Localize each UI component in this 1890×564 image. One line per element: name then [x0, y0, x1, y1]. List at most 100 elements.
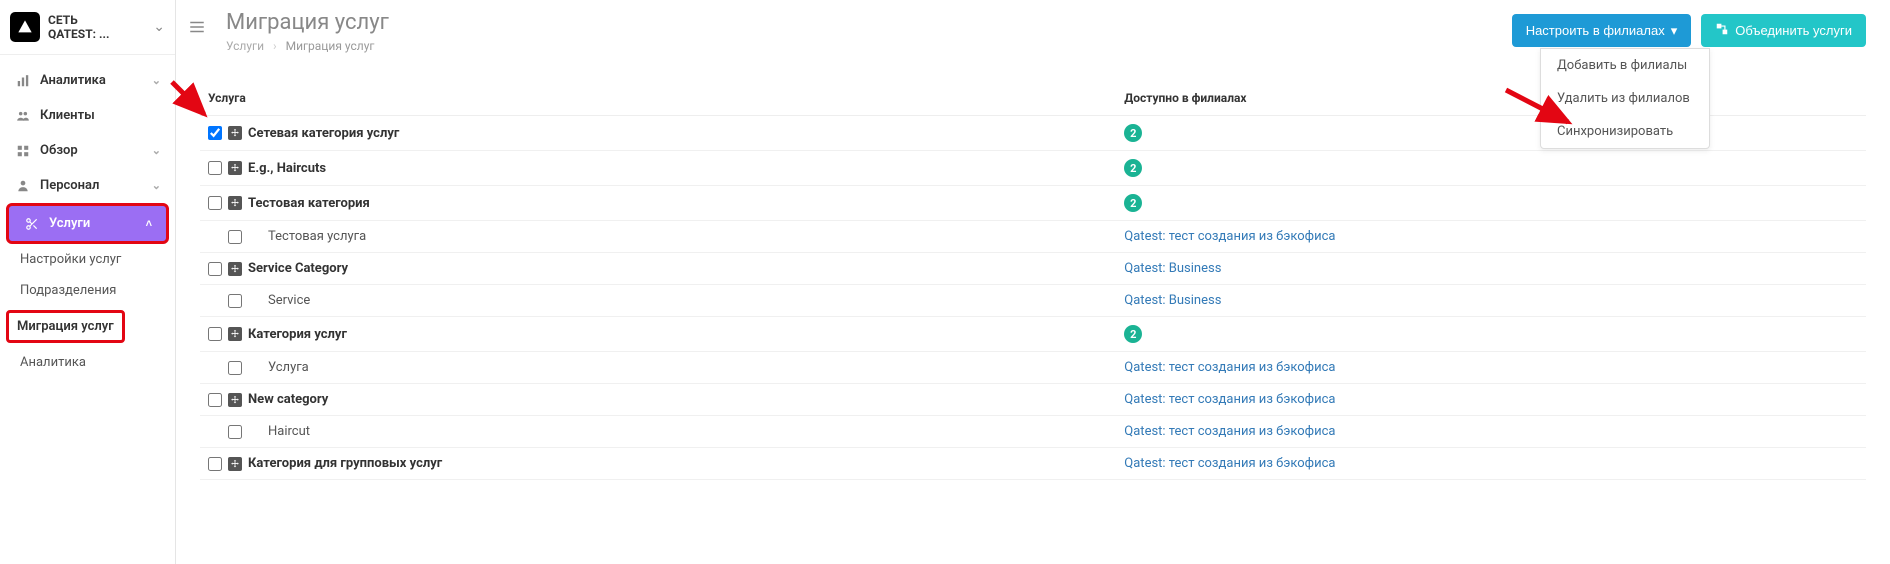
sidebar-item-staff[interactable]: Персонал ⌄	[0, 168, 175, 203]
availability-badge: 2	[1124, 325, 1142, 343]
sidebar-sub-analytics[interactable]: Аналитика	[0, 347, 175, 378]
chevron-down-icon: ⌄	[153, 19, 165, 35]
availability-badge: 2	[1124, 124, 1142, 142]
availability-link[interactable]: Qatest: Business	[1124, 261, 1221, 276]
org-name: СЕТЬ QATEST: ...	[48, 13, 153, 42]
sidebar: СЕТЬ QATEST: ... ⌄ Аналитика ⌄ Клиенты	[0, 0, 176, 564]
row-checkbox[interactable]	[208, 457, 222, 471]
org-name-line2: QATEST: ...	[48, 27, 153, 41]
row-checkbox[interactable]	[208, 196, 222, 210]
move-icon[interactable]	[228, 126, 242, 140]
row-checkbox[interactable]	[228, 230, 242, 244]
people-icon	[14, 109, 32, 123]
sidebar-item-label: Обзор	[40, 143, 152, 158]
row-checkbox[interactable]	[228, 294, 242, 308]
row-name: New category	[248, 392, 328, 407]
org-switcher[interactable]: СЕТЬ QATEST: ... ⌄	[0, 0, 175, 55]
logo-icon	[10, 12, 40, 42]
sidebar-item-label: Персонал	[40, 178, 152, 193]
move-icon[interactable]	[228, 393, 242, 407]
breadcrumb-root[interactable]: Услуги	[226, 39, 264, 53]
table-row: Услуга Qatest: тест создания из бэкофиса	[200, 352, 1866, 384]
row-name: Сетевая категория услуг	[248, 126, 399, 141]
person-icon	[14, 179, 32, 193]
table-row: Тестовая категория 2	[200, 186, 1866, 221]
table-row: Haircut Qatest: тест создания из бэкофиса	[200, 416, 1866, 448]
main: Миграция услуг Услуги › Миграция услуг Н…	[176, 0, 1890, 564]
sidebar-item-analytics[interactable]: Аналитика ⌄	[0, 63, 175, 98]
row-checkbox[interactable]	[228, 361, 242, 375]
availability-link[interactable]: Qatest: тест создания из бэкофиса	[1124, 360, 1335, 375]
row-checkbox[interactable]	[208, 393, 222, 407]
sidebar-item-services[interactable]: Услуги ˄	[6, 203, 169, 244]
row-checkbox[interactable]	[208, 161, 222, 175]
scissors-icon	[23, 217, 41, 231]
sidebar-item-label: Клиенты	[40, 108, 161, 123]
row-name: E.g., Haircuts	[248, 161, 326, 176]
availability-badge: 2	[1124, 194, 1142, 212]
chevron-down-icon: ⌄	[152, 74, 161, 87]
merge-services-button[interactable]: Объединить услуги	[1701, 14, 1866, 47]
col-available: Доступно в филиалах	[1116, 81, 1866, 116]
breadcrumb: Услуги › Миграция услуг	[226, 39, 1512, 53]
table-row: Тестовая услуга Qatest: тест создания из …	[200, 221, 1866, 253]
availability-link[interactable]: Qatest: Business	[1124, 293, 1221, 308]
button-label: Настроить в филиалах	[1526, 23, 1665, 38]
dropdown-sync[interactable]: Синхронизировать	[1541, 115, 1709, 148]
chevron-down-icon: ⌄	[152, 144, 161, 157]
row-checkbox[interactable]	[208, 327, 222, 341]
chevron-down-icon: ⌄	[152, 179, 161, 192]
configure-dropdown: Добавить в филиалы Удалить из филиалов С…	[1540, 48, 1710, 149]
org-name-line1: СЕТЬ	[48, 13, 153, 27]
move-icon[interactable]	[228, 457, 242, 471]
availability-badge: 2	[1124, 159, 1142, 177]
move-icon[interactable]	[228, 327, 242, 341]
availability-link[interactable]: Qatest: тест создания из бэкофиса	[1124, 456, 1335, 471]
row-name: Категория для групповых услуг	[248, 456, 442, 471]
sidebar-item-clients[interactable]: Клиенты	[0, 98, 175, 133]
dropdown-add-branches[interactable]: Добавить в филиалы	[1541, 49, 1709, 82]
bars-icon	[14, 74, 32, 88]
button-label: Объединить услуги	[1735, 23, 1852, 38]
merge-icon	[1715, 22, 1729, 39]
table-row: Service Category Qatest: Business	[200, 253, 1866, 285]
row-name: Услуга	[248, 360, 309, 375]
sidebar-sub-migration[interactable]: Миграция услуг	[6, 310, 125, 343]
row-checkbox[interactable]	[208, 126, 222, 140]
hamburger-icon[interactable]	[188, 10, 216, 40]
availability-link[interactable]: Qatest: тест создания из бэкофиса	[1124, 229, 1335, 244]
availability-link[interactable]: Qatest: тест создания из бэкофиса	[1124, 392, 1335, 407]
availability-link[interactable]: Qatest: тест создания из бэкофиса	[1124, 424, 1335, 439]
breadcrumb-separator: ›	[273, 39, 277, 53]
table-row: New category Qatest: тест создания из бэк…	[200, 384, 1866, 416]
table-row: Категория для групповых услуг Qatest: тес…	[200, 448, 1866, 480]
row-name: Категория услуг	[248, 327, 347, 342]
grid-icon	[14, 144, 32, 158]
row-checkbox[interactable]	[228, 425, 242, 439]
row-checkbox[interactable]	[208, 262, 222, 276]
move-icon[interactable]	[228, 262, 242, 276]
sidebar-item-overview[interactable]: Обзор ⌄	[0, 133, 175, 168]
move-icon[interactable]	[228, 161, 242, 175]
configure-branches-button[interactable]: Настроить в филиалах ▾	[1512, 14, 1692, 47]
table-row: Service Qatest: Business	[200, 285, 1866, 317]
table-row: E.g., Haircuts 2	[200, 151, 1866, 186]
nav: Аналитика ⌄ Клиенты Обзор ⌄	[0, 55, 175, 378]
row-name: Service Category	[248, 261, 348, 276]
breadcrumb-current: Миграция услуг	[286, 39, 375, 53]
sidebar-item-label: Аналитика	[40, 73, 152, 88]
page-title: Миграция услуг	[226, 10, 1512, 35]
sidebar-item-label: Услуги	[49, 216, 146, 231]
table-row: Категория услуг 2	[200, 317, 1866, 352]
row-name: Тестовая категория	[248, 196, 370, 211]
move-icon[interactable]	[228, 196, 242, 210]
sidebar-sub-settings[interactable]: Настройки услуг	[0, 244, 175, 275]
caret-down-icon: ▾	[1671, 23, 1678, 39]
row-name: Service	[248, 293, 310, 308]
row-name: Haircut	[248, 424, 310, 439]
chevron-up-icon: ˄	[146, 217, 152, 230]
dropdown-remove-branches[interactable]: Удалить из филиалов	[1541, 82, 1709, 115]
row-name: Тестовая услуга	[248, 229, 366, 244]
sidebar-sub-divisions[interactable]: Подразделения	[0, 275, 175, 306]
topbar: Миграция услуг Услуги › Миграция услуг Н…	[176, 0, 1890, 53]
